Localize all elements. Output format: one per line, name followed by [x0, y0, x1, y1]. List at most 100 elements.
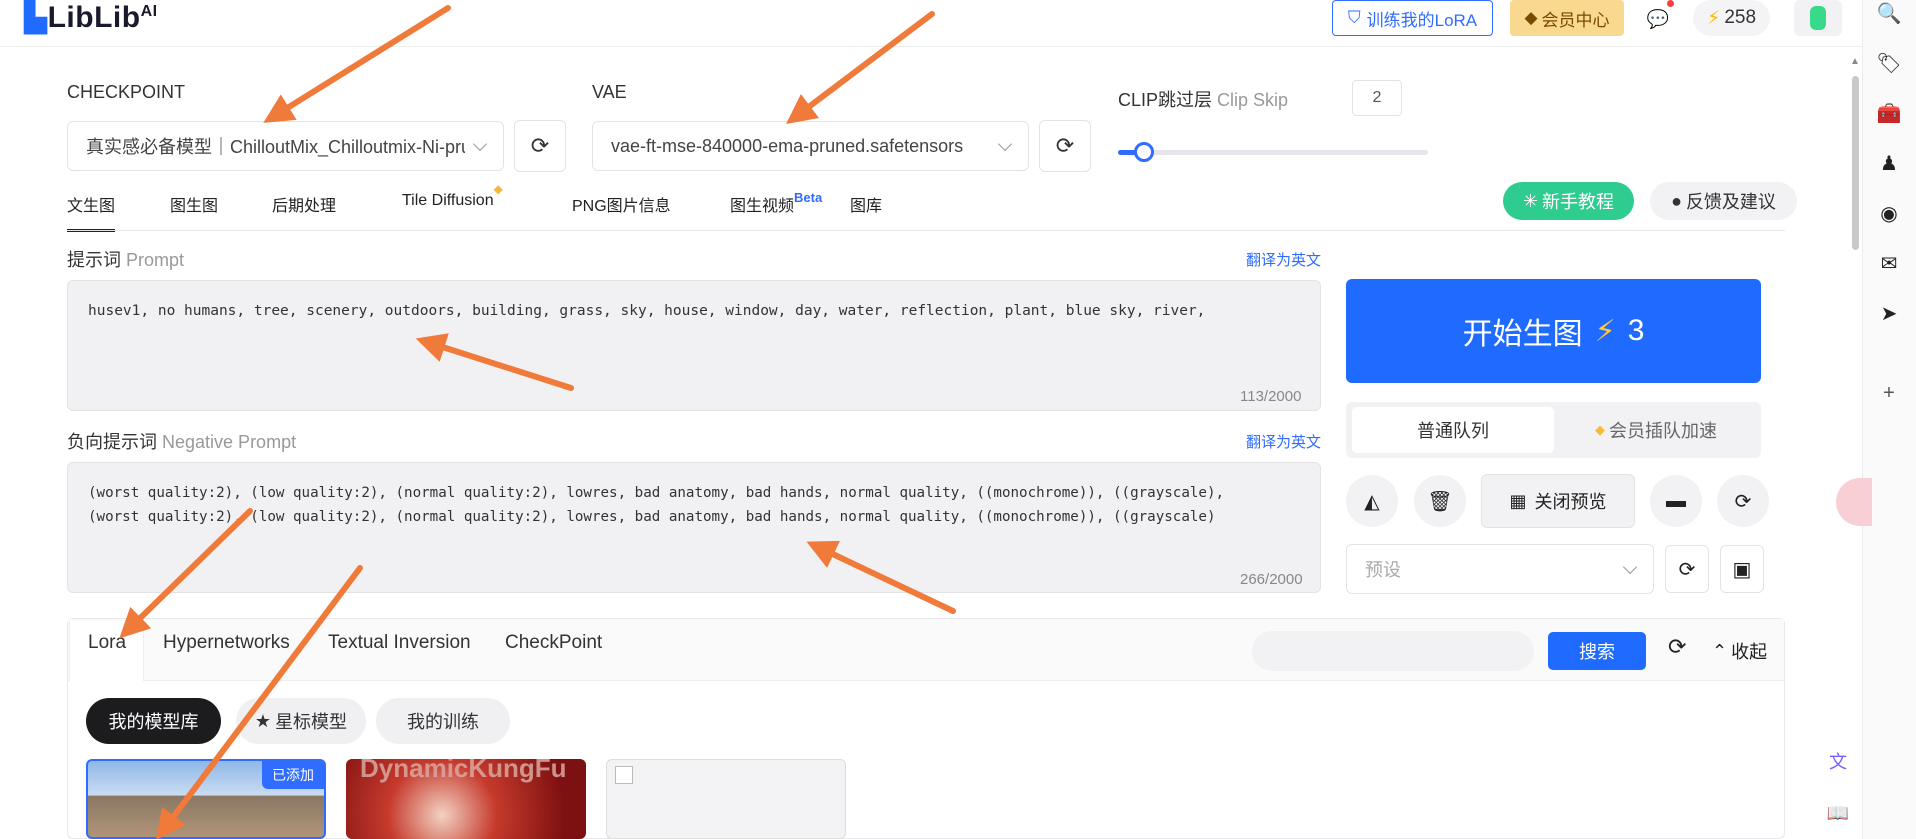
close-preview-button[interactable]: ▦ 关闭预览 — [1481, 474, 1635, 528]
negative-prompt-line: (worst quality:2), (low quality:2), (nor… — [88, 509, 1216, 525]
prompt-input[interactable]: husev1, no humans, tree, scenery, outdoo… — [67, 280, 1321, 411]
filter-my-library[interactable]: 我的模型库 — [86, 698, 221, 744]
lightning-icon: ⚡ — [1706, 7, 1721, 29]
annotation-arrow — [786, 11, 935, 125]
refresh-button[interactable]: ⟳ — [1717, 475, 1769, 527]
negative-prompt-line: (worst quality:2), (low quality:2), (nor… — [88, 485, 1225, 501]
folder-button[interactable]: ▬ — [1650, 475, 1702, 527]
eraser-button[interactable]: ◭ — [1346, 475, 1398, 527]
scrollbar-thumb[interactable] — [1852, 76, 1859, 250]
search-button[interactable]: 搜索 — [1548, 632, 1646, 670]
refresh-icon[interactable]: ⟳ — [1668, 634, 1686, 660]
beta-badge: Beta — [794, 190, 823, 205]
tab-txt2img[interactable]: 文生图 — [67, 192, 116, 232]
generate-cost: 3 — [1627, 314, 1645, 347]
credits-badge[interactable]: ⚡ 258 — [1693, 0, 1770, 36]
vip-queue-label: 会员插队加速 — [1609, 421, 1717, 441]
floating-assistant[interactable] — [1836, 478, 1872, 526]
add-file-icon: ▣ — [1732, 558, 1752, 581]
model-card[interactable]: DynamicKungFu — [346, 759, 586, 839]
translate-icon[interactable]: 文 — [1822, 745, 1854, 777]
model-card[interactable] — [606, 759, 846, 839]
tab-img2img[interactable]: 图生图 — [170, 192, 218, 232]
user-avatar[interactable] — [1794, 0, 1842, 36]
model-tab-checkpoint[interactable]: CheckPoint — [505, 632, 602, 654]
clip-skip-input[interactable]: 2 — [1352, 80, 1402, 116]
vip-center-button[interactable]: ◆ 会员中心 — [1510, 0, 1624, 36]
chess-icon[interactable]: ♟ — [1876, 150, 1902, 176]
tag-icon[interactable]: 🏷 — [1876, 50, 1902, 76]
vip-center-label: 会员中心 — [1541, 10, 1610, 30]
model-card[interactable]: 已添加 — [86, 759, 326, 839]
close-preview-label: 关闭预览 — [1534, 492, 1607, 512]
preset-select[interactable]: 预设 — [1346, 544, 1654, 594]
clip-skip-slider-handle[interactable] — [1134, 142, 1154, 162]
tab-label: 图生视频 — [730, 198, 795, 215]
credits-count: 258 — [1724, 7, 1757, 28]
translate-prompt-link[interactable]: 翻译为英文 — [1246, 249, 1321, 270]
feedback-button[interactable]: ● 反馈及建议 — [1650, 182, 1797, 220]
tab-tile-diffusion[interactable]: Tile Diffusion◆ — [402, 182, 503, 232]
generate-label: 开始生图 — [1462, 318, 1583, 351]
delete-button[interactable]: 🗑 — [1414, 475, 1466, 527]
refresh-icon: ⟳ — [1678, 558, 1696, 581]
message-icon[interactable]: 💬 — [1643, 4, 1673, 34]
filter-starred[interactable]: ★ 星标模型 — [236, 698, 366, 744]
add-icon[interactable]: + — [1876, 380, 1902, 406]
refresh-vae-button[interactable]: ⟳ — [1039, 120, 1091, 172]
model-tab-textual-inversion[interactable]: Textual Inversion — [328, 632, 471, 654]
checkpoint-label: CHECKPOINT — [67, 82, 186, 102]
send-icon[interactable]: ➤ — [1876, 300, 1902, 326]
refresh-checkpoint-button[interactable]: ⟳ — [514, 120, 566, 172]
negative-prompt-label: 负向提示词 Negative Prompt — [67, 428, 296, 454]
copilot-icon[interactable]: ◉ — [1876, 200, 1902, 226]
logo-text: LibLib — [47, 1, 141, 34]
guide-label: 新手教程 — [1542, 192, 1615, 212]
tab-label: 后期处理 — [272, 198, 337, 215]
diamond-icon: ◆ — [1524, 8, 1538, 27]
train-lora-button[interactable]: ⛉ 训练我的LoRA — [1332, 0, 1493, 36]
chevron-down-icon — [1622, 559, 1638, 574]
chevron-down-icon — [997, 136, 1013, 151]
checkpoint-select[interactable]: 真实感必备模型｜ChilloutMix_Chilloutmix-Ni-prun — [67, 121, 504, 171]
clip-skip-slider[interactable] — [1118, 150, 1428, 155]
added-badge: 已添加 — [262, 761, 324, 789]
normal-queue-button[interactable]: 普通队列 — [1352, 407, 1554, 453]
broken-image-icon — [615, 766, 633, 784]
beginner-guide-button[interactable]: ✳ 新手教程 — [1503, 182, 1634, 220]
clip-skip-label-en: Clip Skip — [1217, 90, 1289, 110]
negative-prompt-input[interactable]: (worst quality:2), (low quality:2), (nor… — [67, 462, 1321, 593]
model-tab-lora[interactable]: Lora — [88, 632, 126, 654]
scroll-up-icon[interactable]: ▲ — [1850, 56, 1860, 67]
negative-prompt-counter: 266/2000 — [1240, 571, 1303, 588]
tab-label: Tile Diffusion — [402, 192, 494, 209]
refresh-preset-button[interactable]: ⟳ — [1665, 545, 1709, 593]
save-preset-button[interactable]: ▣ — [1720, 545, 1764, 593]
prompt-label-cn: 提示词 — [67, 250, 121, 270]
negative-prompt-label-en: Negative Prompt — [162, 432, 297, 452]
book-icon[interactable]: 📖 — [1822, 797, 1854, 829]
notification-dot — [1667, 0, 1674, 7]
search-icon[interactable]: 🔍 — [1876, 0, 1902, 26]
diamond-icon: ◆ — [1595, 422, 1605, 437]
translate-negative-link[interactable]: 翻译为英文 — [1246, 431, 1321, 452]
tab-postprocess[interactable]: 后期处理 — [272, 192, 336, 232]
outlook-icon[interactable]: ✉ — [1876, 250, 1902, 276]
tab-img2video[interactable]: 图生视频Beta — [730, 190, 823, 232]
generate-button[interactable]: 开始生图 ⚡ 3 — [1346, 279, 1761, 383]
liblib-logo[interactable]: ▙LibLibAI — [24, 0, 158, 35]
tab-label: 图库 — [850, 198, 883, 215]
vae-select[interactable]: vae-ft-mse-840000-ema-pruned.safetensors — [592, 121, 1029, 171]
model-tab-hypernetworks[interactable]: Hypernetworks — [163, 632, 290, 654]
train-lora-label: 训练我的LoRA — [1366, 10, 1478, 30]
toolbox-icon[interactable]: 🧰 — [1876, 100, 1902, 126]
tab-png-info[interactable]: PNG图片信息 — [572, 192, 671, 232]
tab-gallery[interactable]: 图库 — [850, 192, 882, 232]
filter-my-training[interactable]: 我的训练 — [376, 698, 510, 744]
logo-ai: AI — [140, 3, 158, 20]
model-search-input[interactable] — [1252, 631, 1534, 671]
collapse-button[interactable]: ⌃ 收起 — [1712, 638, 1767, 664]
prompt-label: 提示词 Prompt — [67, 246, 184, 272]
vip-queue-button[interactable]: ◆ 会员插队加速 — [1556, 407, 1756, 453]
prompt-counter: 113/2000 — [1240, 388, 1302, 405]
